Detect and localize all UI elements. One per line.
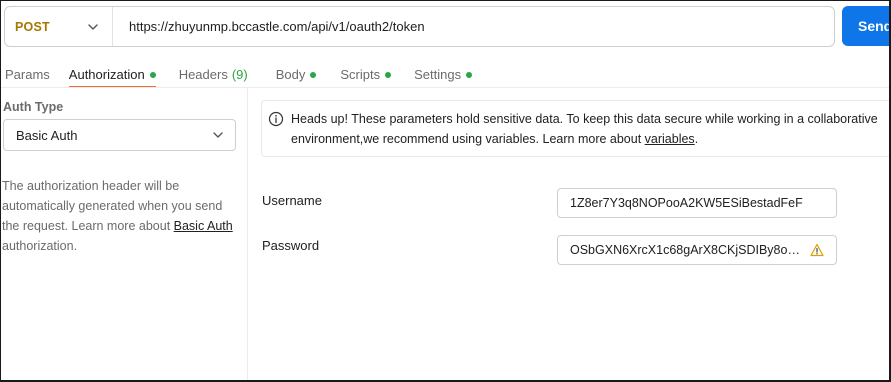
username-field[interactable]: 1Z8er7Y3q8NOPooA2KW5ESiBestadFeF [557,188,837,218]
chevron-down-icon [88,23,98,30]
warning-icon [810,243,824,257]
sensitive-data-notice: Heads up! These parameters hold sensitiv… [261,100,889,157]
tab-label: Headers [178,67,228,82]
tab-authorization[interactable]: Authorization [68,53,156,88]
notice-end: . [694,132,699,146]
auth-type-value: Basic Auth [16,127,78,143]
tab-count: (9) [231,67,248,82]
auth-description: The authorization header will be automat… [2,176,242,256]
auth-type-label: Auth Type [3,100,64,114]
tab-params[interactable]: Params [5,53,50,87]
info-icon [268,111,284,127]
auth-type-select[interactable]: Basic Auth [3,119,236,151]
url-input[interactable]: https://zhuyunmp.bccastle.com/api/v1/oau… [113,19,425,34]
notice-line-2: environment,we recommend using variables… [291,129,889,149]
password-label: Password [262,238,320,253]
tab-scripts[interactable]: Scripts [340,53,392,87]
app-frame: POST https://zhuyunmp.bccastle.com/api/v… [0,0,891,382]
request-tabs: Params Authorization Headers (9) Body Sc… [1,53,473,88]
status-dot [466,72,473,78]
variables-link[interactable]: variables [645,132,695,146]
notice-line-1: Heads up! These parameters hold sensitiv… [291,112,878,126]
request-url-bar: POST https://zhuyunmp.bccastle.com/api/v… [4,6,835,47]
tab-label: Params [5,67,50,82]
method-select[interactable]: POST [5,7,113,46]
notice-text: Heads up! These parameters hold sensitiv… [291,109,889,149]
notice-line-2-text: environment,we recommend using variables… [291,132,645,146]
tab-label: Settings [414,67,462,82]
password-value: OSbGXN6XrcX1c68gArX8CKjSDIBy8odxYyz [570,243,806,257]
auth-type-panel: Auth Type Basic Auth The authorization h… [1,88,248,380]
chevron-down-icon [213,132,223,138]
tab-body[interactable]: Body [276,53,317,87]
method-label: POST [15,19,50,34]
send-button[interactable]: Send [842,6,889,46]
tab-label: Authorization [68,67,145,82]
status-dot [310,72,317,78]
tab-label: Scripts [340,67,381,82]
auth-desc-end: authorization. [2,239,78,253]
username-label: Username [262,193,322,208]
status-dot [149,72,156,78]
tab-settings[interactable]: Settings [414,53,473,87]
password-field[interactable]: OSbGXN6XrcX1c68gArX8CKjSDIBy8odxYyz [557,235,837,265]
status-dot [385,72,392,78]
username-value: 1Z8er7Y3q8NOPooA2KW5ESiBestadFeF [570,196,803,210]
basic-auth-link[interactable]: Basic Auth [174,219,233,233]
tab-label: Body [275,67,306,82]
tab-headers[interactable]: Headers (9) [179,53,248,87]
